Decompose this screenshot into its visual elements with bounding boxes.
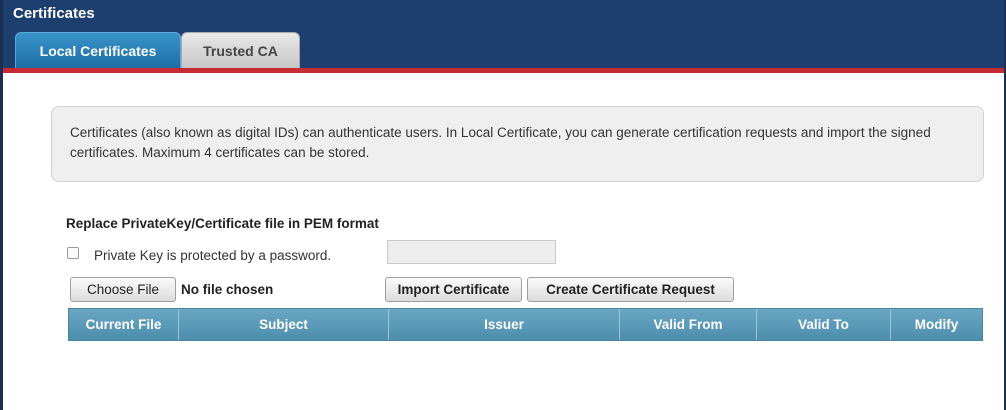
certificate-table-header: Current File Subject Issuer Valid From V… bbox=[68, 308, 983, 341]
tab-underline-divider bbox=[3, 68, 1004, 73]
create-certificate-request-button[interactable]: Create Certificate Request bbox=[527, 277, 734, 302]
import-certificate-button[interactable]: Import Certificate bbox=[385, 277, 522, 302]
private-key-password-field[interactable] bbox=[387, 240, 556, 264]
column-header-valid-from: Valid From bbox=[620, 309, 757, 340]
page-title: Certificates bbox=[13, 5, 95, 22]
tab-local-certificates[interactable]: Local Certificates bbox=[15, 32, 181, 68]
password-protected-checkbox[interactable] bbox=[67, 247, 79, 259]
title-bar: Certificates Local Certificates Trusted … bbox=[3, 0, 1004, 73]
column-header-current-file: Current File bbox=[69, 309, 179, 340]
section-title: Replace PrivateKey/Certificate file in P… bbox=[66, 216, 379, 231]
column-header-issuer: Issuer bbox=[389, 309, 620, 340]
file-status-text: No file chosen bbox=[181, 282, 274, 297]
tab-trusted-ca[interactable]: Trusted CA bbox=[181, 32, 300, 68]
choose-file-button[interactable]: Choose File bbox=[70, 277, 176, 302]
password-protected-label: Private Key is protected by a password. bbox=[94, 248, 332, 263]
notice-text: Certificates (also known as digital IDs)… bbox=[70, 125, 931, 160]
column-header-valid-to: Valid To bbox=[757, 309, 891, 340]
info-notice-box: Certificates (also known as digital IDs)… bbox=[51, 106, 984, 182]
column-header-modify: Modify bbox=[914, 317, 959, 332]
column-header-subject: Subject bbox=[179, 309, 389, 340]
